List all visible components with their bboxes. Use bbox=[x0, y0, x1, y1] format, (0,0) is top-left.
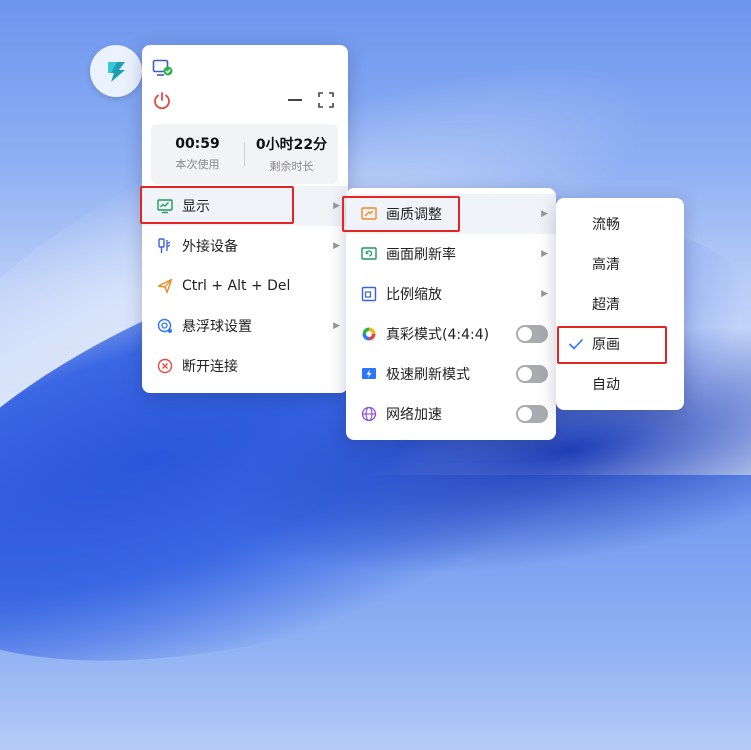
fullscreen-button[interactable] bbox=[318, 92, 334, 108]
chevron-right-icon: ▶ bbox=[541, 249, 548, 259]
checkmark-icon bbox=[568, 335, 590, 354]
refresh-rate-icon bbox=[360, 245, 378, 263]
quality-option-label: 自动 bbox=[592, 377, 620, 393]
floating-control-panel: 00:59 本次使用 0小时22分 剩余时长 显示 ▶ 外接设备 ▶ Ctrl … bbox=[142, 45, 348, 393]
menu-item-image-quality[interactable]: 画质调整 ▶ bbox=[346, 194, 556, 234]
float-ball-icon bbox=[156, 317, 174, 335]
menu-item-label: 外接设备 bbox=[182, 239, 238, 255]
stat-label: 剩余时长 bbox=[269, 160, 314, 173]
connection-status bbox=[152, 59, 174, 83]
minimize-button[interactable] bbox=[288, 99, 302, 101]
chevron-right-icon: ▶ bbox=[333, 201, 340, 211]
quality-option[interactable]: 超清 bbox=[556, 284, 684, 324]
chevron-right-icon: ▶ bbox=[541, 209, 548, 219]
menu-item-network-accel[interactable]: 网络加速 bbox=[346, 394, 556, 434]
menu-item-label: 画面刷新率 bbox=[386, 247, 456, 263]
usage-stat-session: 00:59 本次使用 bbox=[151, 124, 244, 184]
usage-stats: 00:59 本次使用 0小时22分 剩余时长 bbox=[151, 124, 338, 184]
fullscreen-icon bbox=[318, 92, 334, 108]
stat-value: 0小时22分 bbox=[255, 137, 328, 153]
menu-item-fast-refresh[interactable]: 极速刷新模式 bbox=[346, 354, 556, 394]
menu-item-label: 断开连接 bbox=[182, 359, 238, 375]
quality-option-label: 原画 bbox=[592, 337, 620, 353]
usage-stat-remaining: 0小时22分 剩余时长 bbox=[245, 124, 338, 184]
menu-item-scale[interactable]: 比例缩放 ▶ bbox=[346, 274, 556, 314]
true-color-toggle[interactable] bbox=[516, 325, 548, 343]
menu-item-label: 显示 bbox=[182, 199, 210, 215]
fast-refresh-toggle[interactable] bbox=[516, 365, 548, 383]
chevron-right-icon: ▶ bbox=[333, 241, 340, 251]
quality-option-label: 高清 bbox=[592, 257, 620, 273]
display-submenu: 画质调整 ▶ 画面刷新率 ▶ 比例缩放 ▶ 真彩模式(4:4:4) 极速刷新模式… bbox=[346, 188, 556, 440]
quality-option[interactable]: 流畅 bbox=[556, 204, 684, 244]
chevron-right-icon: ▶ bbox=[541, 289, 548, 299]
quality-submenu: 流畅 高清 超清 原画 自动 bbox=[556, 198, 684, 410]
menu-item-true-color[interactable]: 真彩模式(4:4:4) bbox=[346, 314, 556, 354]
power-button[interactable] bbox=[152, 91, 172, 115]
quality-option[interactable]: 自动 bbox=[556, 364, 684, 404]
menu-item-label: 画质调整 bbox=[386, 207, 442, 223]
true-color-icon bbox=[360, 325, 378, 343]
menu-item-label: 极速刷新模式 bbox=[386, 367, 470, 383]
monitor-icon bbox=[156, 197, 174, 215]
menu-item-ctrl-alt-del[interactable]: Ctrl + Alt + Del bbox=[142, 266, 348, 306]
menu-item-float-ball-settings[interactable]: 悬浮球设置 ▶ bbox=[142, 306, 348, 346]
disconnect-icon bbox=[156, 357, 174, 375]
quality-option[interactable]: 高清 bbox=[556, 244, 684, 284]
floating-ball-logo[interactable] bbox=[90, 45, 142, 97]
network-accel-icon bbox=[360, 405, 378, 423]
menu-item-label: 真彩模式(4:4:4) bbox=[386, 327, 490, 343]
menu-item-label: 网络加速 bbox=[386, 407, 442, 423]
fast-refresh-icon bbox=[360, 365, 378, 383]
quality-option-selected[interactable]: 原画 bbox=[556, 324, 684, 364]
image-quality-icon bbox=[360, 205, 378, 223]
app-logo-icon bbox=[108, 62, 125, 82]
menu-item-display[interactable]: 显示 ▶ bbox=[142, 186, 348, 226]
stat-value: 00:59 bbox=[175, 136, 220, 152]
menu-item-external-devices[interactable]: 外接设备 ▶ bbox=[142, 226, 348, 266]
scale-icon bbox=[360, 285, 378, 303]
stat-label: 本次使用 bbox=[175, 158, 220, 171]
send-icon bbox=[156, 277, 174, 295]
quality-option-label: 流畅 bbox=[592, 217, 620, 233]
menu-item-label: Ctrl + Alt + Del bbox=[182, 278, 291, 294]
quality-option-label: 超清 bbox=[592, 297, 620, 313]
menu-item-label: 比例缩放 bbox=[386, 287, 442, 303]
chevron-right-icon: ▶ bbox=[333, 321, 340, 331]
menu-item-label: 悬浮球设置 bbox=[182, 319, 252, 335]
monitor-connected-icon bbox=[152, 59, 173, 76]
power-icon bbox=[154, 92, 170, 110]
menu-item-refresh-rate[interactable]: 画面刷新率 ▶ bbox=[346, 234, 556, 274]
menu-item-disconnect[interactable]: 断开连接 bbox=[142, 346, 348, 386]
usb-icon bbox=[156, 237, 174, 255]
network-accel-toggle[interactable] bbox=[516, 405, 548, 423]
